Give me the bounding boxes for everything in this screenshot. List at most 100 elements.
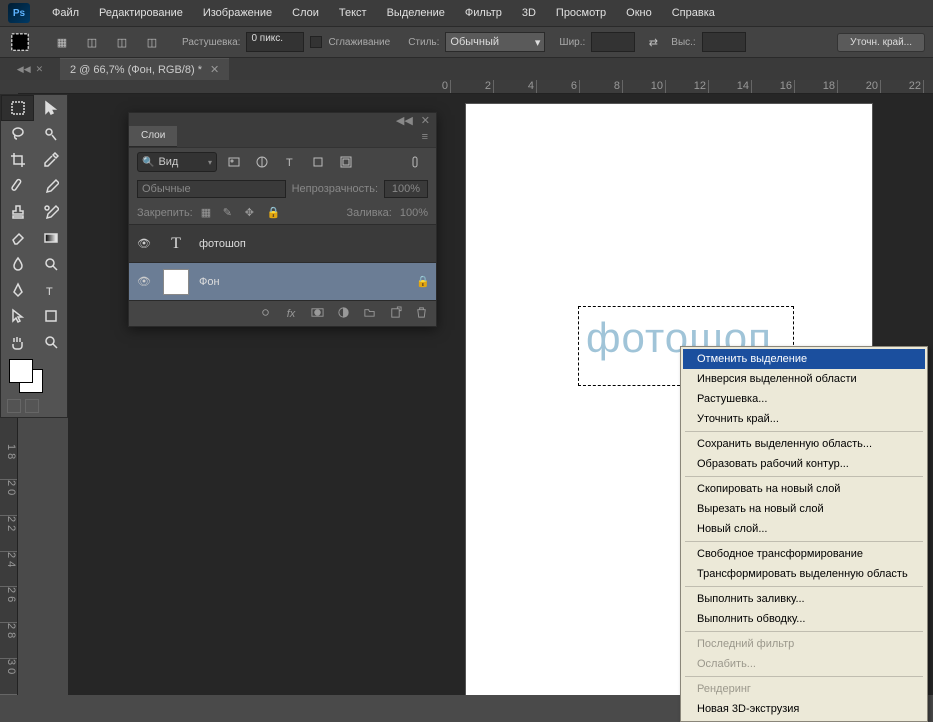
tool-history-brush[interactable] — [34, 199, 67, 225]
menu-окно[interactable]: Окно — [616, 7, 662, 19]
filter-shape-icon[interactable] — [307, 152, 329, 172]
lock-all-icon[interactable]: 🔒 — [267, 206, 281, 220]
layer-thumb[interactable] — [163, 269, 189, 295]
panel-menu-icon[interactable]: ≡ — [414, 127, 436, 147]
tool-zoom[interactable] — [34, 329, 67, 355]
tool-crop[interactable] — [1, 147, 34, 173]
tool-healing[interactable] — [1, 173, 34, 199]
height-input[interactable] — [702, 32, 746, 52]
collapse-icon[interactable]: ◀◀ — [396, 114, 413, 127]
layers-tab[interactable]: Слои — [129, 126, 177, 147]
fill-input[interactable]: 100% — [400, 207, 428, 219]
tool-stamp[interactable] — [1, 199, 34, 225]
menu-3d[interactable]: 3D — [512, 7, 546, 19]
lock-label: Закрепить: — [137, 207, 193, 219]
ctx-item[interactable]: Сохранить выделенную область... — [683, 434, 925, 454]
subtract-selection-icon[interactable]: ◫ — [110, 30, 134, 54]
quickmask-icon[interactable] — [7, 399, 21, 413]
fx-icon[interactable]: fx — [284, 308, 298, 320]
layer-row[interactable]: 👁 T фотошоп — [129, 224, 436, 262]
tool-gradient[interactable] — [34, 225, 67, 251]
layer-via-copy-icon[interactable]: ▦ — [50, 30, 74, 54]
feather-input[interactable]: 0 пикс. — [246, 32, 304, 52]
menu-bar: Ps ФайлРедактированиеИзображениеСлоиТекс… — [0, 0, 933, 26]
trash-icon[interactable] — [414, 306, 428, 322]
tool-quick-select[interactable] — [34, 121, 67, 147]
menu-справка[interactable]: Справка — [662, 7, 725, 19]
close-panel-icon[interactable]: ✕ — [421, 114, 430, 127]
tool-shape[interactable] — [34, 303, 67, 329]
tool-blur[interactable] — [1, 251, 34, 277]
style-select[interactable]: Обычный▾ — [445, 32, 545, 52]
menu-текст[interactable]: Текст — [329, 7, 377, 19]
ctx-item[interactable]: Новая 3D-экструзия — [683, 699, 925, 719]
tool-marquee[interactable] — [1, 95, 34, 121]
tool-path-select[interactable] — [1, 303, 34, 329]
blend-mode-select[interactable]: Обычные — [137, 180, 286, 198]
layer-list: 👁 T фотошоп 👁 Фон 🔒 — [129, 224, 436, 300]
panel-titlebar[interactable]: ◀◀ ✕ — [129, 113, 436, 127]
lock-pixels-icon[interactable]: ✎ — [223, 206, 237, 220]
tool-eraser[interactable] — [1, 225, 34, 251]
intersect-selection-icon[interactable]: ◫ — [140, 30, 164, 54]
fg-color[interactable] — [9, 359, 33, 383]
ctx-item[interactable]: Образовать рабочий контур... — [683, 454, 925, 474]
document-tab[interactable]: 2 @ 66,7% (Фон, RGB/8) * ✕ — [60, 58, 229, 80]
antialias-checkbox[interactable] — [310, 36, 322, 48]
menu-изображение[interactable]: Изображение — [193, 7, 282, 19]
ctx-item[interactable]: Трансформировать выделенную область — [683, 564, 925, 584]
filter-smart-icon[interactable] — [335, 152, 357, 172]
menu-слои[interactable]: Слои — [282, 7, 329, 19]
group-icon[interactable] — [362, 306, 376, 322]
ctx-item[interactable]: Свободное трансформирование — [683, 544, 925, 564]
tool-pen[interactable] — [1, 277, 34, 303]
visibility-icon[interactable]: 👁 — [135, 237, 153, 250]
panel-collapse-handle[interactable]: ◀◀ ✕ — [0, 58, 60, 80]
tool-hand[interactable] — [1, 329, 34, 355]
tool-move[interactable] — [34, 95, 67, 121]
ctx-item[interactable]: Выполнить заливку... — [683, 589, 925, 609]
filter-toggle[interactable] — [406, 152, 428, 172]
marquee-mode-icon[interactable] — [8, 30, 32, 54]
layer-thumb[interactable]: T — [163, 231, 189, 257]
menu-файл[interactable]: Файл — [42, 7, 89, 19]
ctx-item[interactable]: Вырезать на новый слой — [683, 499, 925, 519]
filter-pixel-icon[interactable] — [223, 152, 245, 172]
tool-dodge[interactable] — [34, 251, 67, 277]
tool-lasso[interactable] — [1, 121, 34, 147]
visibility-icon[interactable]: 👁 — [135, 275, 153, 288]
color-swatches[interactable] — [1, 355, 67, 395]
ctx-item[interactable]: Скопировать на новый слой — [683, 479, 925, 499]
filter-text-icon[interactable]: T — [279, 152, 301, 172]
close-tab-icon[interactable]: ✕ — [210, 63, 219, 76]
tool-text[interactable]: T — [34, 277, 67, 303]
width-input[interactable] — [591, 32, 635, 52]
document-tab-strip: ◀◀ ✕ 2 @ 66,7% (Фон, RGB/8) * ✕ — [0, 58, 933, 80]
lock-position-icon[interactable]: ✥ — [245, 206, 259, 220]
menu-выделение[interactable]: Выделение — [377, 7, 455, 19]
menu-фильтр[interactable]: Фильтр — [455, 7, 512, 19]
menu-редактирование[interactable]: Редактирование — [89, 7, 193, 19]
screenmode-icon[interactable] — [25, 399, 39, 413]
refine-edge-button[interactable]: Уточн. край... — [837, 33, 925, 52]
opacity-input[interactable]: 100% — [384, 180, 428, 198]
adjustment-icon[interactable] — [336, 306, 350, 322]
tool-brush[interactable] — [34, 173, 67, 199]
ctx-item[interactable]: Выполнить обводку... — [683, 609, 925, 629]
mask-icon[interactable] — [310, 306, 324, 322]
ctx-item[interactable]: Уточнить край... — [683, 409, 925, 429]
layer-filter-kind[interactable]: 🔍 Вид — [137, 152, 217, 172]
new-layer-icon[interactable] — [388, 306, 402, 322]
add-selection-icon[interactable]: ◫ — [80, 30, 104, 54]
ctx-item[interactable]: Инверсия выделенной области — [683, 369, 925, 389]
tool-eyedropper[interactable] — [34, 147, 67, 173]
lock-transparency-icon[interactable]: ▦ — [201, 206, 215, 220]
ctx-item[interactable]: Отменить выделение — [683, 349, 925, 369]
ctx-item[interactable]: Растушевка... — [683, 389, 925, 409]
ctx-item[interactable]: Новый слой... — [683, 519, 925, 539]
menu-просмотр[interactable]: Просмотр — [546, 7, 616, 19]
swap-wh-icon[interactable]: ⇄ — [641, 30, 665, 54]
layer-row[interactable]: 👁 Фон 🔒 — [129, 262, 436, 300]
link-layers-icon[interactable] — [258, 306, 272, 322]
filter-adjust-icon[interactable] — [251, 152, 273, 172]
